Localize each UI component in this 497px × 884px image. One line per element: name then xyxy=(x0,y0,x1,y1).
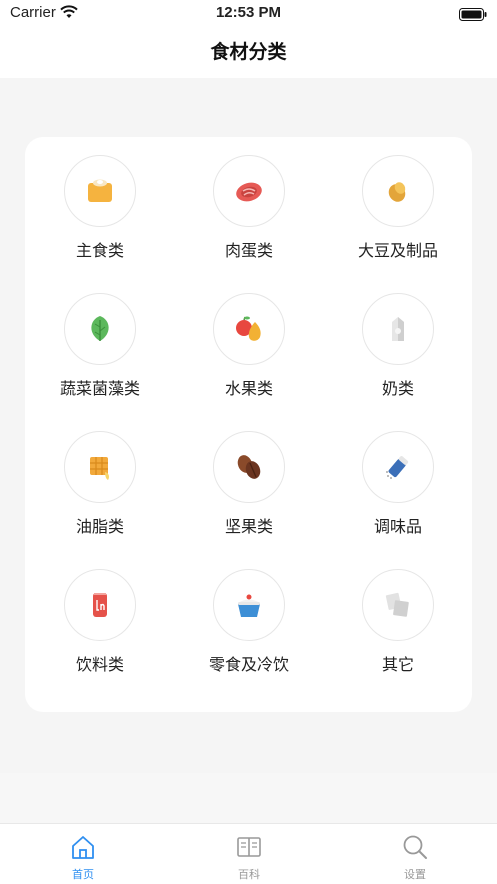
category-icon-circle xyxy=(213,431,285,503)
category-card: 主食类 肉蛋类 大豆及制品 蔬菜菌藻类 水果类 奶类 油脂类 坚果类 调味品 饮… xyxy=(25,137,472,712)
category-icon-circle xyxy=(362,431,434,503)
nut-icon xyxy=(237,455,261,479)
category-icon-circle xyxy=(362,293,434,365)
category-label: 坚果类 xyxy=(224,517,273,536)
category-item-drinks[interactable]: 饮料类 xyxy=(25,551,175,681)
category-icon-circle xyxy=(213,569,285,641)
tab-label: 设置 xyxy=(404,868,426,881)
category-label: 油脂类 xyxy=(75,517,124,536)
butter-icon xyxy=(90,457,109,480)
meat-icon xyxy=(236,182,262,202)
fruit-icon xyxy=(236,316,261,341)
milk-carton-icon xyxy=(392,317,404,341)
tab-bar: 首页 百科 设置 xyxy=(0,823,497,884)
page-title: 食材分类 xyxy=(210,41,287,63)
category-icon-circle xyxy=(362,569,434,641)
category-label: 主食类 xyxy=(75,241,124,260)
other-items-icon xyxy=(385,592,409,617)
category-item-soybean[interactable]: 大豆及制品 xyxy=(323,137,473,267)
tab-home[interactable]: 首页 xyxy=(0,824,166,884)
vegetable-leaf-icon xyxy=(91,316,109,341)
tab-label: 首页 xyxy=(72,868,94,881)
category-label: 奶类 xyxy=(381,379,414,398)
category-icon-circle xyxy=(64,569,136,641)
cupcake-icon xyxy=(238,594,260,617)
category-icon-circle xyxy=(213,293,285,365)
category-icon-circle xyxy=(64,293,136,365)
category-item-seasoning[interactable]: 调味品 xyxy=(323,413,473,543)
category-item-nuts[interactable]: 坚果类 xyxy=(174,413,324,543)
category-item-other[interactable]: 其它 xyxy=(323,551,473,681)
home-icon xyxy=(72,836,94,859)
category-label: 水果类 xyxy=(224,379,273,398)
category-icon-circle xyxy=(64,431,136,503)
category-item-meat[interactable]: 肉蛋类 xyxy=(174,137,324,267)
search-icon xyxy=(403,835,427,859)
category-label: 肉蛋类 xyxy=(224,241,273,260)
category-item-snacks[interactable]: 零食及冷饮 xyxy=(174,551,324,681)
status-time: 12:53 PM xyxy=(215,4,282,21)
status-bar: Carrier 12:53 PM xyxy=(0,0,497,26)
category-item-oil[interactable]: 油脂类 xyxy=(25,413,175,543)
category-icon-circle xyxy=(213,155,285,227)
category-item-milk[interactable]: 奶类 xyxy=(323,275,473,405)
tab-label: 百科 xyxy=(238,868,260,881)
category-label: 大豆及制品 xyxy=(357,241,438,260)
book-icon xyxy=(237,837,261,857)
seasoning-shaker-icon xyxy=(386,456,409,479)
category-item-vegetable[interactable]: 蔬菜菌藻类 xyxy=(25,275,175,405)
category-label: 蔬菜菌藻类 xyxy=(59,379,140,398)
tab-encyclopedia[interactable]: 百科 xyxy=(166,824,332,884)
navigation-bar: 食材分类 xyxy=(0,26,497,78)
category-item-fruit[interactable]: 水果类 xyxy=(174,275,324,405)
lower-background xyxy=(0,773,497,823)
category-label: 调味品 xyxy=(373,517,422,536)
category-icon-circle xyxy=(362,155,434,227)
tab-settings[interactable]: 设置 xyxy=(332,824,497,884)
category-icon-circle xyxy=(64,155,136,227)
category-item-staple[interactable]: 主食类 xyxy=(25,137,175,267)
soybean-icon xyxy=(388,182,406,202)
drink-can-icon xyxy=(93,593,107,617)
category-label: 其它 xyxy=(381,655,414,674)
staple-food-icon xyxy=(88,179,112,202)
category-label: 饮料类 xyxy=(75,655,124,674)
battery-icon xyxy=(459,6,487,25)
category-label: 零食及冷饮 xyxy=(208,655,289,674)
